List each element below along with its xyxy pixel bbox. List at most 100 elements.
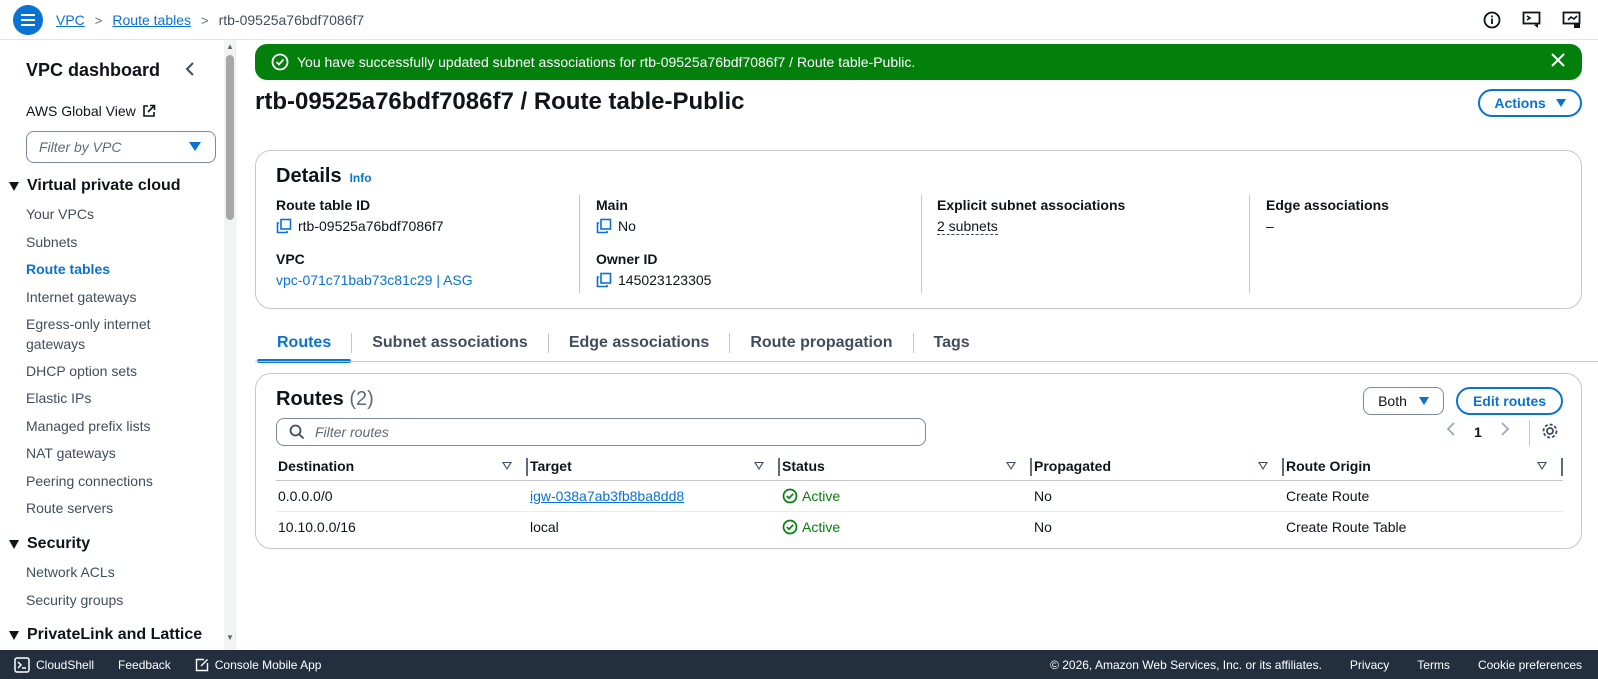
filter-routes-input[interactable]: Filter routes	[276, 418, 926, 446]
sort-icon[interactable]	[754, 462, 764, 470]
section-virtual-private-cloud[interactable]: Virtual private cloud	[9, 177, 181, 195]
success-icon	[782, 488, 798, 503]
gear-icon[interactable]	[1541, 422, 1559, 443]
sidebar-item-nat-gateways[interactable]: NAT gateways	[26, 443, 116, 463]
sidebar-item-dhcp-option-sets[interactable]: DHCP option sets	[26, 361, 137, 381]
feedback-icon[interactable]	[1522, 10, 1542, 30]
section-label: PrivateLink and Lattice	[27, 626, 203, 643]
cell-propagated: No	[1034, 518, 1052, 535]
scrollbar-thumb[interactable]	[226, 55, 234, 220]
filter-by-vpc-select[interactable]: Filter by VPC	[26, 131, 216, 163]
sidebar-item-peering-connections[interactable]: Peering connections	[26, 471, 153, 491]
console-footer: CloudShell Feedback Console Mobile App ©…	[0, 650, 1598, 679]
copy-icon[interactable]	[596, 218, 612, 234]
sidebar-item-route-servers[interactable]: Route servers	[26, 498, 113, 518]
tab-subnet-associations[interactable]: Subnet associations	[352, 326, 548, 360]
cell-route-origin: Create Route Table	[1286, 518, 1407, 535]
tab-list: Routes Subnet associations Edge associat…	[257, 326, 990, 363]
tab-edge-associations[interactable]: Edge associations	[549, 326, 730, 360]
top-navigation: VPC > Route tables > rtb-09525a76bdf7086…	[0, 0, 1598, 40]
tab-routes[interactable]: Routes	[257, 326, 352, 363]
sidebar-item-your-vpcs[interactable]: Your VPCs	[26, 204, 94, 224]
sidebar-item-route-tables[interactable]: Route tables	[26, 259, 110, 279]
sidebar-item-global-view[interactable]: AWS Global View	[26, 103, 156, 119]
sidebar-item-security-groups[interactable]: Security groups	[26, 590, 123, 610]
info-icon[interactable]	[1482, 10, 1502, 30]
routes-heading-label: Routes	[276, 388, 344, 410]
routes-table: Destination Target Status Propagated Rou…	[276, 452, 1563, 542]
feedback-link[interactable]: Feedback	[118, 658, 171, 672]
column-divider	[579, 195, 580, 293]
collapse-sidebar-icon[interactable]	[184, 60, 196, 81]
side-navigation: VPC dashboard AWS Global View Filter by …	[0, 40, 224, 650]
cell-destination: 10.10.0.0/16	[278, 518, 356, 535]
privacy-link[interactable]: Privacy	[1350, 658, 1389, 672]
caret-down-icon	[1418, 397, 1429, 405]
filter-placeholder: Filter routes	[315, 424, 389, 440]
sidebar-item-label: gateways	[26, 336, 86, 352]
notification-icon[interactable]	[1562, 10, 1582, 30]
breadcrumb-route-tables[interactable]: Route tables	[112, 12, 191, 28]
sort-icon[interactable]	[1258, 462, 1268, 470]
scroll-down-icon[interactable]: ▼	[226, 633, 234, 642]
column-header-target[interactable]: Target	[528, 452, 780, 481]
chevron-right-icon: >	[201, 12, 209, 28]
page-title: rtb-09525a76bdf7086f7 / Route table-Publ…	[255, 88, 745, 115]
explicit-subnet-label: Explicit subnet associations	[937, 197, 1126, 213]
sidebar-scrollbar[interactable]: ▲ ▼	[224, 40, 236, 650]
flash-message: You have successfully updated subnet ass…	[297, 54, 916, 70]
cloudshell-label: CloudShell	[36, 657, 95, 672]
target-link[interactable]: igw-038a7ab3fb8ba8dd8	[530, 488, 684, 504]
tab-tags[interactable]: Tags	[914, 326, 990, 360]
section-label: Virtual private cloud	[27, 177, 181, 194]
console-mobile-app-link[interactable]: Console Mobile App	[195, 658, 321, 672]
vpc-link[interactable]: vpc-071c71bab73c81c29 | ASG	[276, 272, 473, 288]
chevron-left-icon[interactable]	[1446, 422, 1456, 441]
edit-routes-button[interactable]: Edit routes	[1456, 387, 1563, 415]
chevron-right-icon: >	[94, 12, 103, 28]
column-label: Target	[530, 457, 572, 474]
copy-icon[interactable]	[596, 272, 612, 288]
edge-associations-value: –	[1266, 218, 1274, 234]
cell-route-origin: Create Route	[1284, 480, 1563, 512]
cloudshell-button[interactable]: CloudShell	[14, 656, 95, 673]
menu-icon[interactable]	[13, 5, 43, 35]
sidebar-item-managed-prefix-lists[interactable]: Managed prefix lists	[26, 416, 151, 436]
column-header-status[interactable]: Status	[780, 452, 1032, 481]
main-label: Main	[596, 197, 628, 213]
terms-link[interactable]: Terms	[1417, 658, 1450, 672]
external-link-icon	[142, 104, 156, 117]
breadcrumb-vpc[interactable]: VPC	[56, 12, 85, 28]
column-header-route-origin[interactable]: Route Origin	[1284, 452, 1563, 481]
column-resizer[interactable]	[1561, 458, 1563, 476]
actions-button[interactable]: Actions	[1478, 89, 1582, 117]
column-header-destination[interactable]: Destination	[276, 452, 528, 481]
sidebar-item-subnets[interactable]: Subnets	[26, 232, 77, 252]
sidebar-item-network-acls[interactable]: Network ACLs	[26, 562, 115, 582]
scroll-up-icon[interactable]: ▲	[226, 42, 234, 51]
cookie-preferences-link[interactable]: Cookie preferences	[1478, 658, 1582, 672]
close-icon[interactable]	[1550, 52, 1566, 71]
info-link[interactable]: Info	[350, 171, 372, 185]
section-security[interactable]: Security	[9, 535, 90, 553]
sort-icon[interactable]	[1006, 462, 1016, 470]
sort-icon[interactable]	[502, 462, 512, 470]
table-row: 10.10.0.0/16 local Active No Create Rout…	[276, 511, 1563, 542]
tab-route-propagation[interactable]: Route propagation	[730, 326, 912, 360]
page-number[interactable]: 1	[1474, 424, 1482, 440]
sidebar-item-elastic-ips[interactable]: Elastic IPs	[26, 388, 91, 408]
cloudshell-icon	[14, 656, 30, 673]
main-value: No	[618, 218, 636, 234]
copy-icon[interactable]	[276, 218, 292, 234]
sort-icon[interactable]	[1537, 462, 1547, 470]
explicit-subnet-value[interactable]: 2 subnets	[937, 218, 998, 235]
column-header-propagated[interactable]: Propagated	[1032, 452, 1284, 481]
sidebar-item-internet-gateways[interactable]: Internet gateways	[26, 287, 137, 307]
actions-label: Actions	[1494, 95, 1546, 111]
chevron-right-icon[interactable]	[1500, 422, 1510, 441]
sidebar-item-egress-only-gateways[interactable]: Egress-only internet gateways	[26, 314, 151, 354]
section-privatelink[interactable]: PrivateLink and Lattice	[9, 626, 202, 644]
section-label: Security	[27, 535, 91, 552]
route-filter-select[interactable]: Both	[1363, 387, 1444, 415]
owner-id-label: Owner ID	[596, 251, 658, 267]
